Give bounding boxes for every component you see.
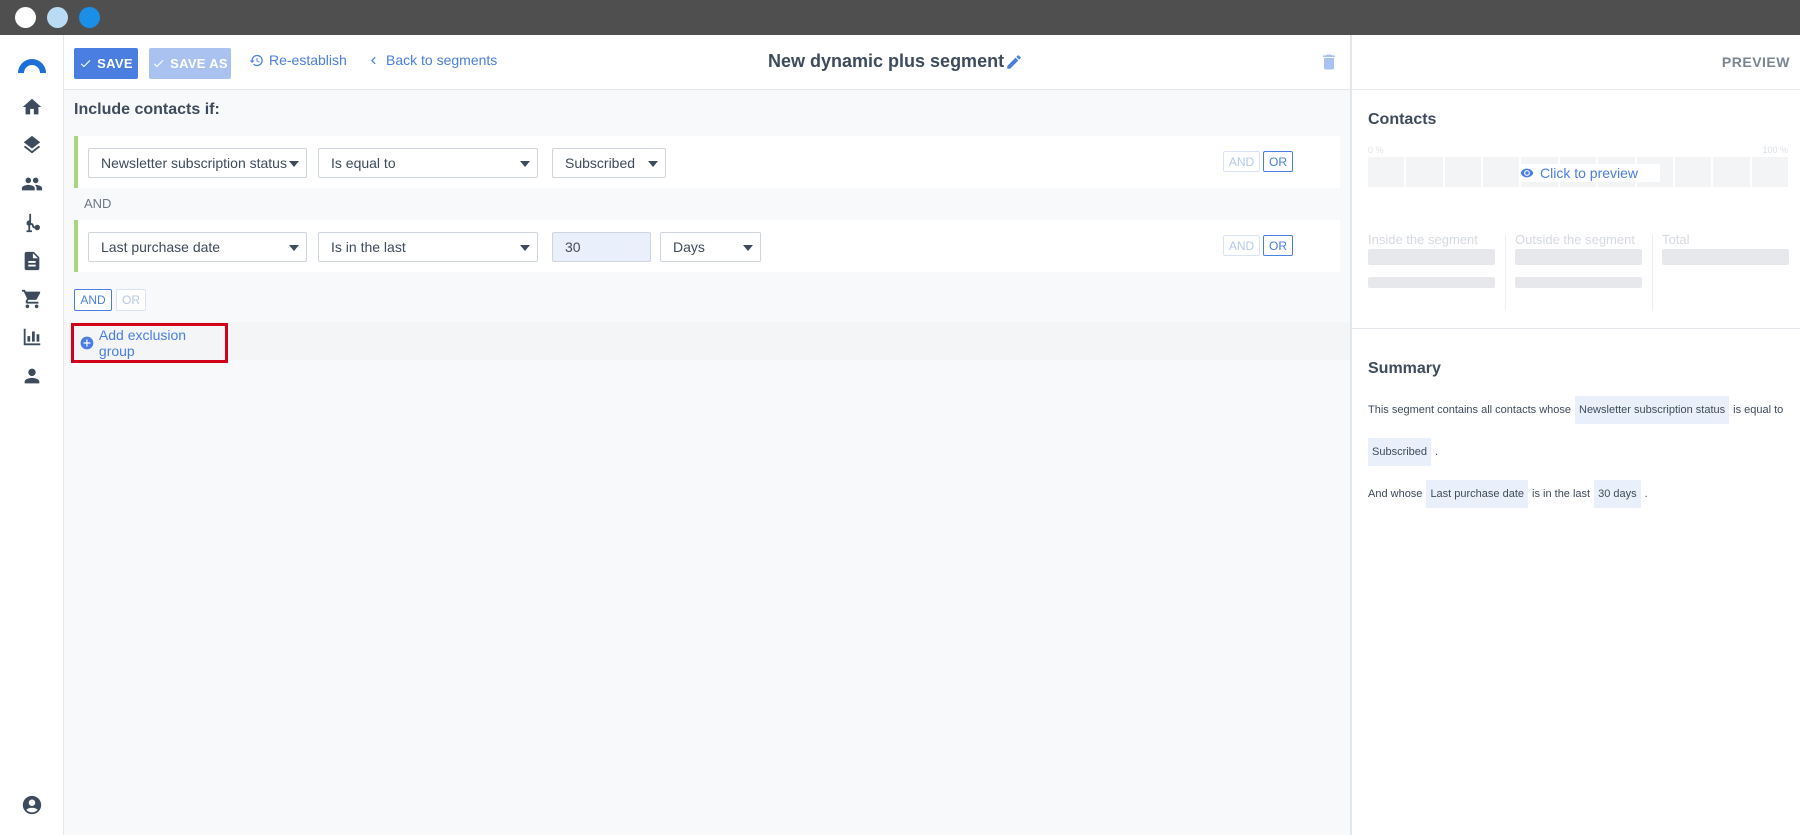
user-icon[interactable]	[20, 364, 44, 388]
eye-icon	[1520, 168, 1534, 178]
stat-divider	[1652, 235, 1653, 311]
window-close-button[interactable]	[15, 7, 36, 28]
summary-operator: is in the last	[1532, 488, 1591, 500]
preview-title: PREVIEW	[1721, 54, 1790, 70]
outside-count-placeholder	[1515, 249, 1642, 265]
operator-select-value: Is in the last	[331, 239, 406, 255]
inside-segment-label: Inside the segment	[1368, 232, 1478, 247]
segment-builder: Include contacts if: Newsletter subscrip…	[64, 90, 1350, 835]
unit-select[interactable]: Days	[660, 232, 761, 262]
or-button[interactable]: OR	[1263, 151, 1293, 172]
sidebar	[0, 35, 64, 835]
outside-pct-placeholder	[1515, 277, 1642, 288]
summary-line-2: Subscribed .	[1368, 438, 1438, 466]
save-as-button-label: SAVE AS	[170, 56, 228, 71]
and-button[interactable]: AND	[1223, 151, 1260, 172]
check-icon	[81, 60, 91, 68]
check-icon	[153, 60, 164, 68]
include-heading: Include contacts if:	[74, 101, 220, 118]
chevron-left-icon	[371, 56, 376, 64]
field-select[interactable]: Newsletter subscription status	[88, 148, 307, 178]
summary-value-chip: 30 days	[1594, 480, 1641, 508]
preview-panel: PREVIEW Contacts 0 % 100 % Click to prev…	[1350, 35, 1800, 835]
pct-min-label: 0 %	[1368, 145, 1384, 155]
and-button[interactable]: AND	[1223, 235, 1260, 256]
caret-down-icon	[743, 245, 753, 251]
window-titlebar	[0, 0, 1800, 35]
and-separator: AND	[84, 196, 112, 211]
toolbar: SAVE SAVE AS Re-establish Back to segmen…	[64, 35, 1350, 90]
inside-pct-placeholder	[1368, 277, 1495, 288]
summary-line-3: And whose Last purchase date is in the l…	[1368, 480, 1648, 508]
value-select-value: Subscribed	[565, 155, 636, 171]
window-minimize-button[interactable]	[47, 7, 68, 28]
operator-select-value: Is equal to	[331, 155, 396, 171]
chart-icon[interactable]	[20, 325, 44, 349]
window-maximize-button[interactable]	[79, 7, 100, 28]
unit-select-value: Days	[673, 239, 705, 255]
delete-icon[interactable]	[1319, 52, 1339, 72]
inside-count-placeholder	[1368, 249, 1495, 265]
total-count-placeholder	[1662, 249, 1789, 265]
add-circle-icon	[80, 336, 94, 350]
amount-input[interactable]: 30	[552, 232, 651, 262]
operator-select[interactable]: Is in the last	[318, 232, 538, 262]
summary-dot: .	[1435, 446, 1439, 458]
contacts-icon[interactable]	[20, 172, 44, 196]
pct-max-label: 100 %	[1762, 145, 1788, 155]
value-select[interactable]: Subscribed	[552, 148, 666, 178]
summary-intro: This segment contains all contacts whose	[1368, 404, 1571, 416]
summary-dot: .	[1644, 488, 1648, 500]
summary-value-chip: Subscribed	[1368, 438, 1432, 466]
click-to-preview-button[interactable]: Click to preview	[1520, 164, 1660, 182]
home-icon[interactable]	[20, 95, 44, 119]
outside-segment-label: Outside the segment	[1515, 232, 1635, 247]
caret-down-icon	[289, 245, 299, 251]
summary-and-whose: And whose	[1368, 488, 1423, 500]
contacts-title: Contacts	[1368, 111, 1437, 128]
field-select-value: Last purchase date	[101, 239, 221, 255]
field-select[interactable]: Last purchase date	[88, 232, 307, 262]
total-label: Total	[1662, 232, 1690, 247]
back-to-segments-link[interactable]: Back to segments	[366, 52, 497, 68]
back-to-segments-label: Back to segments	[386, 52, 498, 68]
logo-icon	[18, 59, 46, 73]
re-establish-label: Re-establish	[269, 52, 347, 68]
condition-row: Last purchase date Is in the last 30 Day…	[74, 220, 1340, 272]
caret-down-icon	[648, 161, 658, 167]
save-button[interactable]: SAVE	[74, 48, 138, 79]
caret-down-icon	[520, 245, 530, 251]
summary-line-1: This segment contains all contacts whose…	[1368, 396, 1783, 424]
preview-header: PREVIEW	[1352, 35, 1800, 90]
add-exclusion-group-button[interactable]: Add exclusion group	[71, 323, 228, 363]
re-establish-link[interactable]: Re-establish	[249, 52, 347, 68]
field-select-value: Newsletter subscription status	[101, 155, 287, 171]
condition-row: Newsletter subscription status Is equal …	[74, 136, 1340, 188]
summary-operator: is equal to	[1733, 404, 1784, 416]
click-to-preview-label: Click to preview	[1540, 165, 1639, 181]
or-button[interactable]: OR	[1263, 235, 1293, 256]
caret-down-icon	[289, 161, 299, 167]
layers-icon[interactable]	[20, 133, 44, 157]
summary-title: Summary	[1368, 360, 1441, 377]
cart-icon[interactable]	[20, 287, 44, 311]
exclusion-strip	[64, 322, 1350, 360]
save-button-label: SAVE	[97, 56, 133, 71]
document-icon[interactable]	[20, 249, 44, 273]
group-or-button[interactable]: OR	[116, 289, 146, 311]
operator-select[interactable]: Is equal to	[318, 148, 538, 178]
summary-field-chip: Newsletter subscription status	[1575, 396, 1730, 424]
save-as-button[interactable]: SAVE AS	[149, 48, 231, 79]
group-and-button[interactable]: AND	[74, 289, 112, 311]
page-title: New dynamic plus segment	[768, 51, 1005, 71]
workflow-icon[interactable]	[20, 211, 44, 235]
summary-field-chip: Last purchase date	[1426, 480, 1529, 508]
edit-title-icon[interactable]	[1005, 53, 1023, 71]
caret-down-icon	[520, 161, 530, 167]
add-exclusion-label: Add exclusion group	[98, 327, 187, 359]
history-icon	[249, 54, 263, 66]
stat-divider	[1505, 235, 1506, 311]
section-divider	[1352, 328, 1800, 329]
account-icon[interactable]	[20, 793, 44, 817]
